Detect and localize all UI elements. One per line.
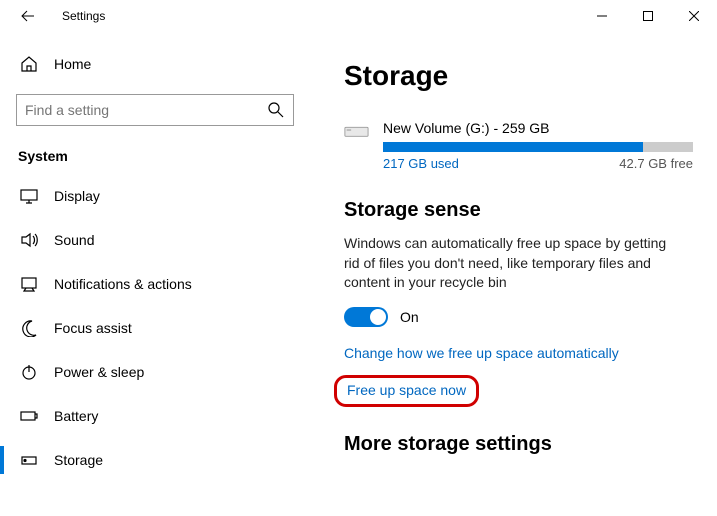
moon-icon (20, 319, 38, 337)
close-button[interactable] (671, 0, 717, 32)
sidebar: Home System Display Sound Notifications … (0, 32, 310, 516)
nav-item-label: Focus assist (54, 320, 132, 336)
annotation-highlight: Free up space now (334, 375, 479, 407)
nav-power-sleep[interactable]: Power & sleep (16, 350, 294, 394)
nav-item-label: Power & sleep (54, 364, 144, 380)
drive-usage-bar (383, 142, 693, 152)
drive-name: New Volume (G:) - 259 GB (383, 120, 693, 136)
toggle-knob (370, 309, 386, 325)
home-icon (20, 55, 38, 73)
display-icon (20, 187, 38, 205)
nav-category: System (18, 148, 294, 164)
sound-icon (20, 231, 38, 249)
drive-icon (344, 122, 369, 142)
search-icon (267, 101, 285, 119)
toggle-state-label: On (400, 309, 419, 325)
window-title: Settings (62, 9, 105, 23)
nav-focus-assist[interactable]: Focus assist (16, 306, 294, 350)
drive-free-label: 42.7 GB free (619, 156, 693, 171)
storage-sense-description: Windows can automatically free up space … (344, 234, 674, 293)
nav-item-label: Display (54, 188, 100, 204)
drive-usage-fill (383, 142, 643, 152)
back-button[interactable] (12, 0, 44, 32)
content-pane: Storage New Volume (G:) - 259 GB 217 GB … (310, 32, 717, 516)
nav-display[interactable]: Display (16, 174, 294, 218)
link-change-free-up[interactable]: Change how we free up space automaticall… (344, 345, 693, 361)
notifications-icon (20, 275, 38, 293)
storage-sense-heading: Storage sense (344, 199, 693, 222)
search-input[interactable] (16, 94, 294, 126)
nav-item-label: Storage (54, 452, 103, 468)
nav-item-label: Notifications & actions (54, 276, 192, 292)
nav-sound[interactable]: Sound (16, 218, 294, 262)
page-title: Storage (344, 60, 693, 92)
battery-icon (20, 407, 38, 425)
link-free-up-now[interactable]: Free up space now (347, 382, 466, 398)
nav-home[interactable]: Home (16, 46, 294, 82)
nav-battery[interactable]: Battery (16, 394, 294, 438)
maximize-button[interactable] (625, 0, 671, 32)
drive-entry[interactable]: New Volume (G:) - 259 GB 217 GB used 42.… (344, 120, 693, 171)
nav-notifications[interactable]: Notifications & actions (16, 262, 294, 306)
search-field[interactable] (25, 102, 267, 118)
more-storage-heading: More storage settings (344, 433, 693, 456)
storage-sense-toggle[interactable] (344, 307, 388, 327)
nav-storage[interactable]: Storage (16, 438, 294, 482)
storage-icon (20, 451, 38, 469)
nav-home-label: Home (54, 56, 91, 72)
power-icon (20, 363, 38, 381)
nav-item-label: Battery (54, 408, 98, 424)
drive-used-link[interactable]: 217 GB used (383, 156, 459, 171)
minimize-button[interactable] (579, 0, 625, 32)
nav-item-label: Sound (54, 232, 94, 248)
